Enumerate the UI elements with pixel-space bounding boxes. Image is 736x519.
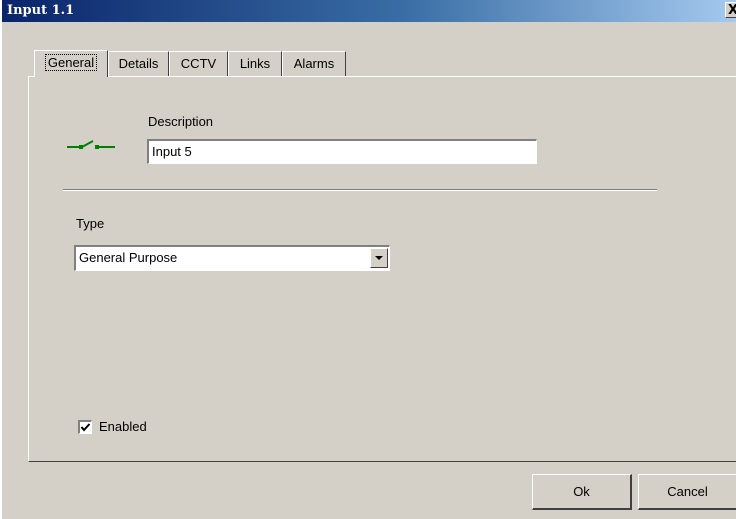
window-title: Input 1.1 bbox=[7, 3, 75, 18]
close-button[interactable]: X bbox=[725, 2, 736, 18]
dropdown-arrow-button[interactable] bbox=[370, 248, 388, 268]
chevron-down-icon bbox=[375, 256, 383, 260]
ok-button[interactable]: Ok bbox=[532, 474, 632, 510]
tab-details-label: Details bbox=[118, 56, 159, 71]
type-select-value: General Purpose bbox=[79, 250, 178, 265]
switch-icon bbox=[67, 140, 115, 149]
type-select[interactable]: General Purpose bbox=[74, 245, 390, 271]
tab-general[interactable]: General bbox=[34, 50, 108, 77]
tab-cctv[interactable]: CCTV bbox=[169, 51, 228, 76]
type-label: Type bbox=[76, 216, 105, 231]
description-label: Description bbox=[148, 114, 214, 129]
tab-links[interactable]: Links bbox=[228, 51, 282, 76]
tab-general-label: General bbox=[44, 54, 98, 71]
title-bar[interactable]: Input 1.1 X bbox=[2, 0, 736, 22]
enabled-label: Enabled bbox=[99, 419, 147, 434]
dialog-window: Input 1.1 X General Details CCTV Links A… bbox=[0, 0, 736, 519]
separator bbox=[63, 189, 657, 191]
enabled-checkbox[interactable] bbox=[78, 420, 92, 434]
tab-alarms[interactable]: Alarms bbox=[282, 51, 346, 76]
tab-alarms-label: Alarms bbox=[293, 56, 335, 71]
cancel-button[interactable]: Cancel bbox=[638, 474, 736, 510]
tab-cctv-label: CCTV bbox=[180, 56, 217, 71]
description-input[interactable]: Input 5 bbox=[147, 139, 537, 164]
checkmark-icon bbox=[80, 423, 91, 432]
tab-links-label: Links bbox=[239, 56, 271, 71]
tab-details[interactable]: Details bbox=[108, 51, 169, 76]
